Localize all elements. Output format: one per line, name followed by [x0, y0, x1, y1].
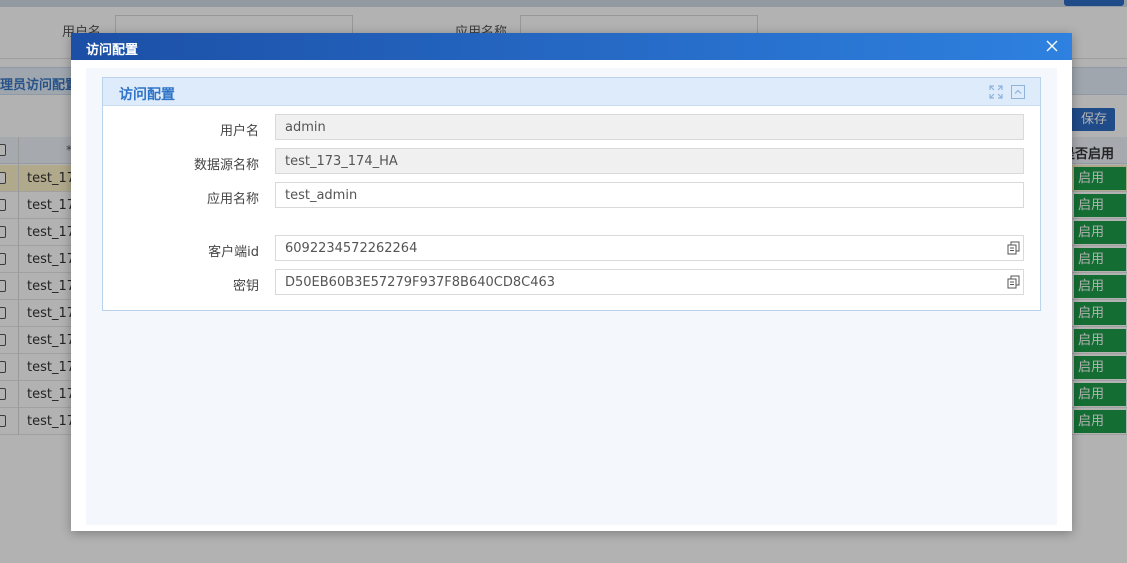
secret-field[interactable] — [275, 269, 1024, 295]
client-id-field[interactable] — [275, 235, 1024, 261]
username-label: 用户名 — [219, 124, 259, 139]
datasource-label: 数据源名称 — [193, 158, 259, 173]
fieldset-header: 访问配置 — [103, 78, 1040, 106]
expand-icon[interactable] — [989, 85, 1003, 99]
dialog-title: 访问配置 — [86, 43, 139, 58]
access-config-fieldset: 访问配置 用户名 数据源名称 应用名称 客户端id — [102, 77, 1041, 311]
secret-label: 密钥 — [232, 279, 259, 294]
appname-label: 应用名称 — [206, 192, 259, 207]
appname-field[interactable] — [275, 182, 1024, 208]
close-icon[interactable] — [1043, 37, 1061, 55]
copy-client-id-icon[interactable] — [1007, 241, 1021, 255]
dialog-body: 访问配置 用户名 数据源名称 应用名称 客户端id — [86, 68, 1057, 525]
datasource-field[interactable] — [275, 148, 1024, 174]
access-config-dialog: 访问配置 访问配置 用户名 数据源名称 应用名称 — [71, 33, 1072, 531]
collapse-icon[interactable] — [1011, 85, 1025, 99]
username-field[interactable] — [275, 114, 1024, 140]
fieldset-title: 访问配置 — [119, 87, 175, 103]
dialog-header: 访问配置 — [71, 33, 1072, 60]
copy-secret-icon[interactable] — [1007, 275, 1021, 289]
client-id-label: 客户端id — [208, 245, 259, 260]
